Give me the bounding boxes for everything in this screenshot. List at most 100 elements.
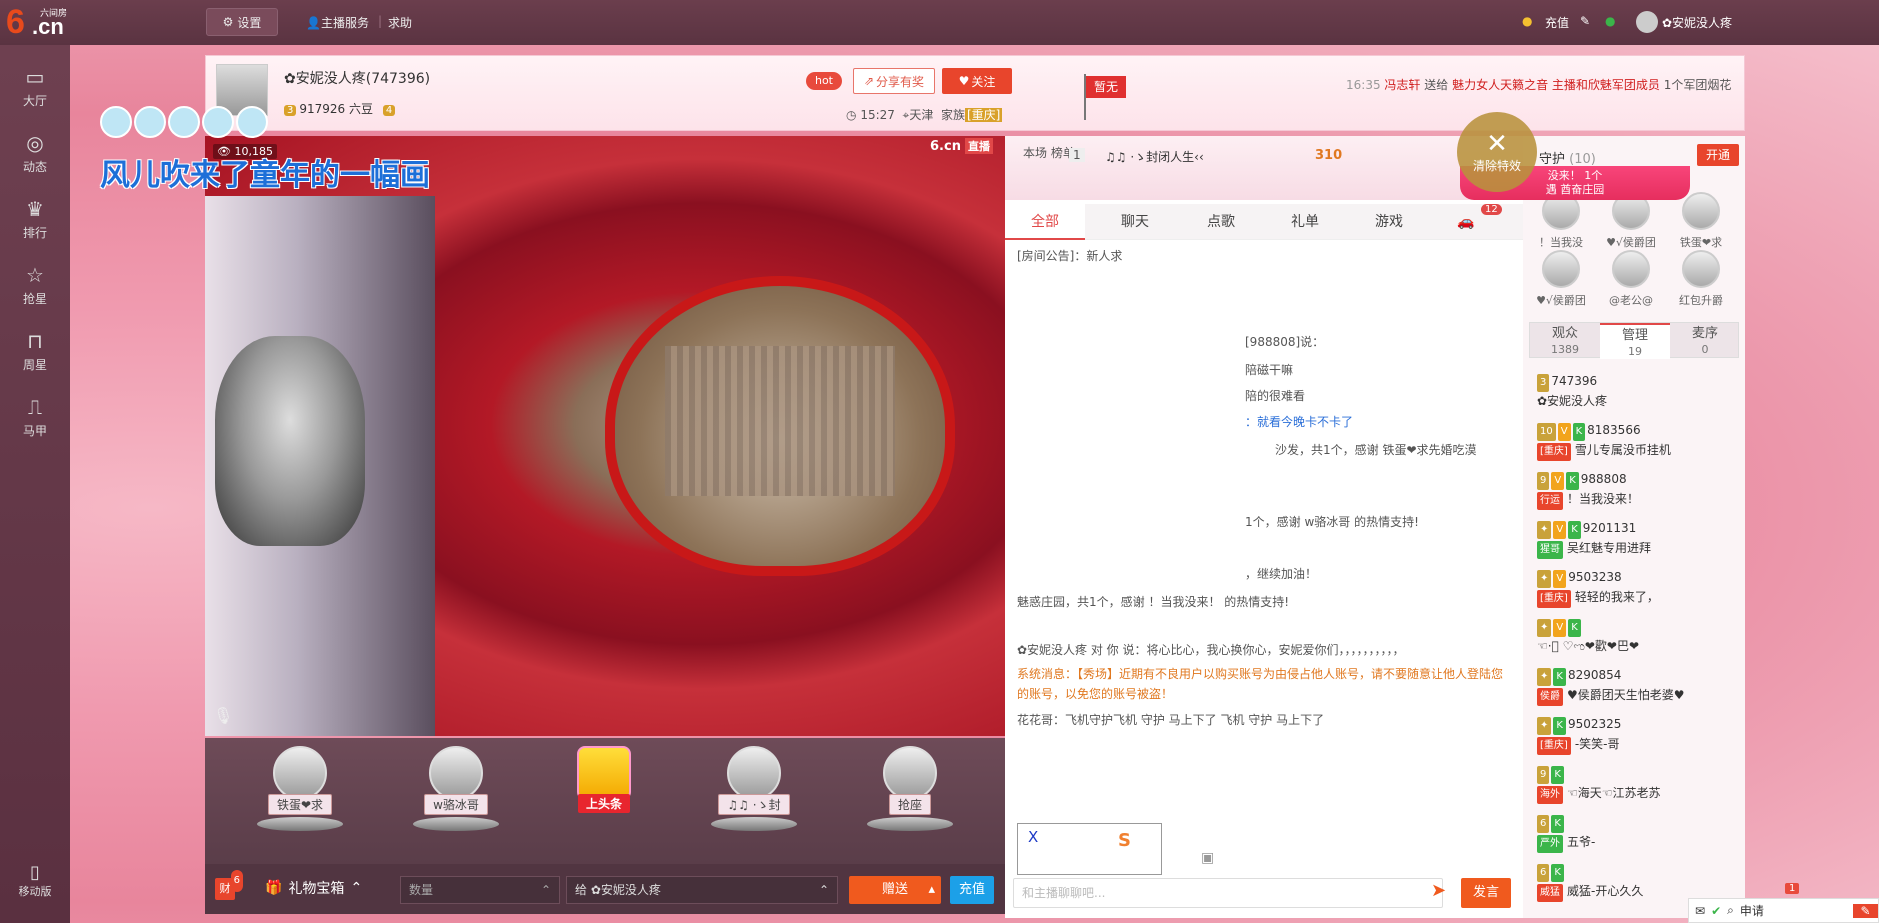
seat-1[interactable]: 铁蛋❤求 (255, 746, 345, 856)
image-icon[interactable]: ▣ (1201, 850, 1214, 866)
tab-song[interactable]: 点歌 (1181, 204, 1261, 240)
wealth-label: 财 (219, 882, 231, 895)
seat-avatar (273, 746, 327, 800)
nav-vest[interactable]: ⎍ 马甲 (0, 387, 70, 447)
user-row[interactable]: ✦ K 9502325 [重庆] -笑笑-哥 (1537, 715, 1737, 755)
family-tag[interactable]: [重庆] (964, 108, 1003, 122)
headline-button[interactable]: 上头条 (559, 746, 649, 856)
nav-label: 周星 (22, 357, 47, 372)
recipient-select[interactable]: 给 ✿安妮没人疼 ⌃ (566, 876, 838, 904)
settings-button[interactable]: ⚙ 设置 (206, 8, 278, 36)
car-icon[interactable]: 🚗 (1457, 214, 1474, 230)
send-gift-button[interactable]: 赠送 ▴ (849, 876, 941, 904)
gift-icon: 🎁 (265, 880, 283, 896)
live-time: 15:27 (860, 108, 895, 122)
chevron-up-icon: ⌃ (818, 883, 829, 897)
chat-message: [房间公告]：新人求 (1017, 249, 1123, 263)
level-badge: ✦ (1537, 570, 1552, 588)
site-logo[interactable]: 6 .cn 六间房 (0, 0, 70, 45)
nav-week-star[interactable]: ⊓ 周星 (0, 321, 70, 381)
user-row[interactable]: 6 K 威猛 威猛-开心久久 (1537, 862, 1737, 902)
nav-rank[interactable]: ♛ 排行 (0, 189, 70, 249)
notice-user[interactable]: 冯志轩 (1384, 78, 1420, 92)
tab-gifts[interactable]: 礼单 (1265, 204, 1345, 240)
ime-input: X (1028, 828, 1039, 846)
chat-input[interactable]: 和主播聊聊吧... (1013, 878, 1443, 908)
user-row[interactable]: ✦ K 8290854 侯爵 ♥侯爵团天生怕老婆♥ (1537, 666, 1737, 706)
tab-admins[interactable]: 管理 19 (1600, 323, 1670, 359)
settings-label: 设置 (237, 15, 262, 30)
chat-bubble-icon[interactable]: ✎ (1853, 903, 1878, 918)
clear-effects-label: 清除特效 (1472, 158, 1521, 173)
open-guard-button[interactable]: 开通 (1697, 144, 1739, 166)
share-button[interactable]: ⇗ 分享有奖 (853, 68, 935, 94)
paper-plane-icon[interactable]: ➤ (1431, 880, 1446, 901)
guard-member[interactable]: ！当我没 (1531, 192, 1591, 250)
nav-hall[interactable]: ▭ 大厅 (0, 57, 70, 117)
sogou-icon: S (1118, 830, 1131, 851)
send-message-button[interactable]: 发言 (1461, 878, 1511, 908)
tab-label: 观众 (1551, 326, 1578, 341)
user-row[interactable]: ✦ V K 9201131 猩哥 吴红魅专用进拜 (1537, 519, 1737, 559)
follow-button[interactable]: ♥ 关注 (942, 68, 1012, 94)
user-row[interactable]: ✦ V K ☜·ﾟ ♡ಌ❤歡❤巴❤ (1537, 617, 1737, 655)
mail-icon[interactable]: ✉ (1695, 904, 1705, 918)
mobile-version-link[interactable]: ▯ 移动版 (0, 855, 70, 905)
anchor-service-label: 主播服务 (320, 16, 369, 30)
nav-grab-star[interactable]: ☆ 抢星 (0, 255, 70, 315)
nav-label: 抢星 (22, 291, 47, 306)
grab-seat-button[interactable]: 抢座 (865, 746, 955, 856)
recharge-link[interactable]: 充值 (1545, 14, 1569, 31)
user-row[interactable]: ✦ V 9503238 [重庆] 轻轻的我来了， (1537, 568, 1737, 608)
help-link[interactable]: 求助 (388, 14, 412, 31)
mic-icon[interactable]: 🎙 (213, 706, 233, 725)
seat-2[interactable]: w骆冰哥 (411, 746, 501, 856)
notice-target[interactable]: 魅力女人天籁之音 主播和欣魅军团成员 (1452, 78, 1660, 92)
user-avatar[interactable] (1636, 11, 1658, 33)
tab-audience[interactable]: 观众 1389 (1530, 323, 1600, 359)
seat-name: w骆冰哥 (424, 794, 488, 815)
search-icon[interactable]: ⌕ (1727, 903, 1734, 918)
seat-avatar (883, 746, 937, 800)
recharge-button[interactable]: 充值 (950, 876, 994, 904)
video-player[interactable]: 👁 10,185 6.cn 直播 🎙 (205, 136, 1005, 736)
rank-header[interactable]: 本场 榜单 1 ♫♫ ·ゝ封闭人生‹‹ 310 (1005, 136, 1523, 200)
quantity-placeholder: 数量 (409, 883, 434, 897)
decor-circles (100, 106, 268, 138)
username-menu[interactable]: ✿安妮没人疼 (1662, 14, 1732, 31)
guard-member[interactable]: ♥√侯爵团 (1601, 192, 1661, 250)
user-row[interactable]: 6 K 严外 五爷- (1537, 813, 1737, 853)
guard-member[interactable]: 铁蛋❤求 (1671, 192, 1731, 250)
clear-effects-button[interactable]: ✕ 清除特效 (1457, 112, 1537, 192)
tab-chat[interactable]: 聊天 (1095, 204, 1175, 240)
compass-icon: ◎ (26, 130, 44, 155)
wealth-button[interactable]: 财6 (215, 870, 243, 900)
gift-box-button[interactable]: 🎁 礼物宝箱 ⌃ (265, 878, 362, 898)
user-row[interactable]: 9 V K 988808 行运 ！当我没来！ (1537, 470, 1737, 510)
city: 天津 (909, 108, 934, 122)
level-badge: ✦ (1537, 619, 1552, 637)
k-badge: K (1572, 423, 1586, 441)
tab-games[interactable]: 游戏 (1349, 204, 1429, 240)
guard-member[interactable]: ♥√侯爵团 (1531, 250, 1591, 308)
coin-icon: ● (1522, 14, 1533, 28)
seat-3[interactable]: ♫♫ ·ゝ封 (709, 746, 799, 856)
user-row[interactable]: 3 747396 ✿安妮没人疼 (1537, 372, 1737, 410)
quantity-select[interactable]: 数量 ⌃ (400, 876, 560, 904)
user-name: ！当我没来！ (1567, 492, 1640, 506)
live-badge: 6.cn 直播 (930, 138, 1004, 156)
user-name: 轻轻的我来了， (1574, 590, 1659, 604)
tab-mic-queue[interactable]: 麦序 0 (1670, 323, 1740, 359)
edit-icon[interactable]: ✎ (1580, 14, 1590, 28)
user-row[interactable]: 10 V K 8183566 [重庆] 雪儿专属没币挂机 (1537, 421, 1737, 461)
guard-member[interactable]: 红包升爵 (1671, 250, 1731, 308)
seat-name: ♫♫ ·ゝ封 (718, 794, 790, 815)
user-row[interactable]: 9 K 海外 ☜海天☜江苏老苏 (1537, 764, 1737, 804)
guard-member[interactable]: @老公@ (1601, 250, 1661, 308)
tab-all[interactable]: 全部 (1005, 204, 1085, 240)
check-icon[interactable]: ✔ (1711, 904, 1721, 918)
anchor-service-link[interactable]: 👤主播服务 (306, 14, 369, 31)
apply-button[interactable]: 申请 (1740, 902, 1764, 919)
nav-feed[interactable]: ◎ 动态 (0, 123, 70, 183)
flag-badge: 暂无 (1084, 74, 1134, 120)
